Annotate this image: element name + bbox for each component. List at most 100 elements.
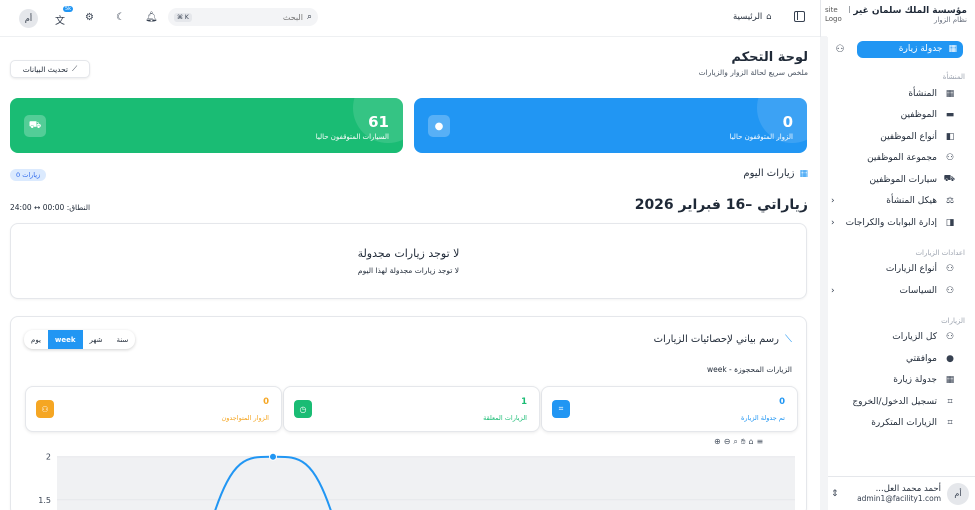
- zoom-out-icon[interactable]: ⊖: [724, 437, 731, 447]
- sidebar-item[interactable]: ⚇ كل الزيارات: [821, 327, 975, 349]
- home-label: الرئيسية: [733, 12, 763, 22]
- period-tabs: يوم week شهر سنة: [24, 330, 136, 349]
- shortcut-hint: ⌘ K: [174, 12, 192, 22]
- stats-heading: ⟋ رسم بياني لإحصائيات الزيارات: [654, 334, 792, 345]
- search-input[interactable]: [195, 12, 303, 22]
- sidebar-item[interactable]: ⌗ تسجيل الدخول/الخروج: [821, 391, 975, 413]
- pending-label: الزيارات المعلقة: [483, 414, 527, 422]
- stats-title: رسم بياني لإحصائيات الزيارات: [653, 334, 779, 345]
- cars-now-value: 61: [368, 113, 389, 131]
- y-tick-label: 2: [46, 453, 51, 462]
- period-tab[interactable]: سنة: [110, 330, 136, 349]
- time-range-label: النطاق: 00:00 ↔ 24:00: [10, 203, 91, 212]
- home-icon[interactable]: ⌂: [748, 437, 753, 447]
- sidebar-item[interactable]: ⚇ مجموعة الموظفين: [821, 148, 975, 170]
- sidebar-item[interactable]: ▦ المنشأة: [821, 83, 975, 105]
- today-visits-heading: ▦ زيارات اليوم: [743, 168, 808, 179]
- chevron-left-icon[interactable]: ‹: [831, 218, 835, 228]
- user-shield-icon: ⚇: [945, 285, 955, 296]
- search-bar[interactable]: ⌘ K ⌕: [168, 8, 318, 26]
- sidebar-item-label: تسجيل الدخول/الخروج: [852, 396, 937, 407]
- chevron-left-icon[interactable]: ‹: [831, 196, 835, 206]
- empty-title: لا توجد زيارات مجدولة: [357, 247, 460, 260]
- translate-icon[interactable]: 文: [55, 12, 65, 27]
- sidebar-item-label: إدارة البوابات والكراجات: [845, 217, 937, 228]
- sidebar-user-footer[interactable]: أم أحمد محمد العل... admin1@facility1.co…: [821, 476, 975, 510]
- chevron-up-down-icon[interactable]: ⇕: [831, 489, 839, 499]
- data-point[interactable]: [269, 452, 277, 461]
- chart-toolbar: ⊕ ⊖ ⌕ ✋︎ ⌂ ≡: [714, 437, 763, 447]
- cars-now-label: السيارات المتوقفون حاليا: [315, 133, 389, 141]
- visitors-now-label: الزوار المتوقفون حاليا: [729, 133, 793, 141]
- period-tab[interactable]: يوم: [24, 330, 48, 349]
- magnifier-icon[interactable]: ⌕: [733, 437, 737, 447]
- sidebar-item-label: المنشأة: [908, 88, 937, 99]
- users-icon: ⚇: [945, 332, 955, 343]
- present-label: الزوار المتواجدون: [221, 414, 269, 422]
- chevron-left-icon[interactable]: ‹: [831, 286, 835, 296]
- sidebar-toggle-icon[interactable]: [794, 11, 805, 22]
- user-check-icon: ●: [946, 353, 954, 364]
- scheduled-value: 0: [779, 397, 785, 407]
- notification-count-badge: 5k: [63, 6, 74, 12]
- repeat-scan-icon: ⌗: [947, 418, 953, 429]
- user-icon: ●: [428, 115, 450, 137]
- sidebar-item-label: موافقتي: [905, 353, 937, 364]
- sidebar-item[interactable]: ◨ إدارة البوابات والكراجات ‹: [821, 212, 975, 234]
- empty-subtitle: لا توجد زيارات مجدولة لهذا اليوم: [357, 266, 460, 275]
- empty-state: لا توجد زيارات مجدولة لا توجد زيارات مجد…: [10, 223, 807, 299]
- schedule-visit-primary-button[interactable]: ▦ جدولة زيارة: [857, 40, 963, 58]
- sidebar-item[interactable]: ⛟ سيارات الموظفين: [821, 169, 975, 191]
- calendar-icon: ▦: [945, 375, 955, 386]
- sidebar-item[interactable]: ▬ الموظفين: [821, 105, 975, 127]
- car-icon: ⛟: [943, 174, 955, 185]
- building-icon: ▦: [945, 88, 955, 99]
- bell-icon[interactable]: 🔔︎: [145, 12, 158, 23]
- moon-icon[interactable]: ☾: [116, 12, 125, 23]
- pending-value: 1: [521, 397, 527, 407]
- trend-icon: ⟋: [785, 334, 792, 345]
- sidebar-item[interactable]: ● موافقتي: [821, 348, 975, 370]
- sidebar-item-label: جدولة زيارة: [893, 375, 937, 386]
- sidebar-item[interactable]: ⚇ السياسات ‹: [821, 280, 975, 302]
- zoom-in-icon[interactable]: ⊕: [714, 437, 721, 447]
- sidebar-item-label: أنواع الزيارات: [885, 264, 937, 275]
- sidebar-item[interactable]: ◧ أنواع الموظفين: [821, 126, 975, 148]
- user-pin-icon[interactable]: ⚇: [831, 40, 849, 58]
- visitors-now-value: 0: [782, 113, 793, 131]
- y-tick-label: 1.5: [38, 496, 51, 505]
- present-visitors-card: 0 الزوار المتواجدون ⚇: [25, 386, 282, 432]
- gear-icon[interactable]: ⚙: [85, 12, 94, 23]
- user-name: أحمد محمد العل...: [875, 484, 941, 494]
- breadcrumb-home[interactable]: ⌂ الرئيسية: [733, 12, 772, 22]
- trend-icon: ⟋: [72, 64, 78, 73]
- users-icon: ⚇: [36, 400, 54, 418]
- page-subtitle: ملخص سريع لحالة الزوار والزيارات: [698, 68, 808, 77]
- refresh-data-button[interactable]: تحديث البيانات ⟋: [10, 60, 90, 78]
- menu-icon[interactable]: ≡: [757, 437, 764, 447]
- booked-visits-label: الزيارات المحجوزة - week: [706, 365, 792, 374]
- sidebar-item[interactable]: ⌗ الزيارات المتكررة: [821, 413, 975, 435]
- visits-count-badge: 0 زيارات: [10, 169, 47, 181]
- search-icon: ⌕: [306, 12, 312, 22]
- primary-button-label: جدولة زيارة: [898, 44, 943, 54]
- pan-hand-icon[interactable]: ✋︎: [741, 437, 746, 447]
- sidebar-item[interactable]: ⚖ هيكل المنشأة ‹: [821, 191, 975, 213]
- period-tab[interactable]: week: [47, 330, 83, 349]
- sidebar-section-title: الزيارات: [941, 316, 965, 325]
- scan-icon: ⌗: [552, 400, 570, 418]
- topbar: أم 文 5k ⚙ ☾ 🔔︎ ⌘ K ⌕ ⌂ الرئيسية: [0, 0, 820, 37]
- sidebar-item-label: أنواع الموظفين: [880, 131, 937, 142]
- user-settings-icon: ⚇: [945, 264, 955, 275]
- gate-icon: ◨: [945, 217, 955, 228]
- period-tab[interactable]: شهر: [83, 330, 110, 349]
- sidebar-item[interactable]: ⚇ أنواع الزيارات: [821, 259, 975, 281]
- avatar[interactable]: أم: [19, 9, 38, 28]
- users-group-icon: ⚇: [945, 153, 955, 164]
- sidebar-item[interactable]: ▦ جدولة زيارة: [821, 370, 975, 392]
- main-scrollbar[interactable]: [820, 37, 828, 510]
- visits-stats-panel: ⟋ رسم بياني لإحصائيات الزيارات يوم week شه…: [10, 316, 807, 510]
- visitors-now-card: 0 الزوار المتوقفون حاليا ●: [414, 98, 807, 153]
- calendar-icon: ▦: [948, 44, 957, 54]
- day-title: زياراتي –16 فبراير 2026: [634, 197, 808, 213]
